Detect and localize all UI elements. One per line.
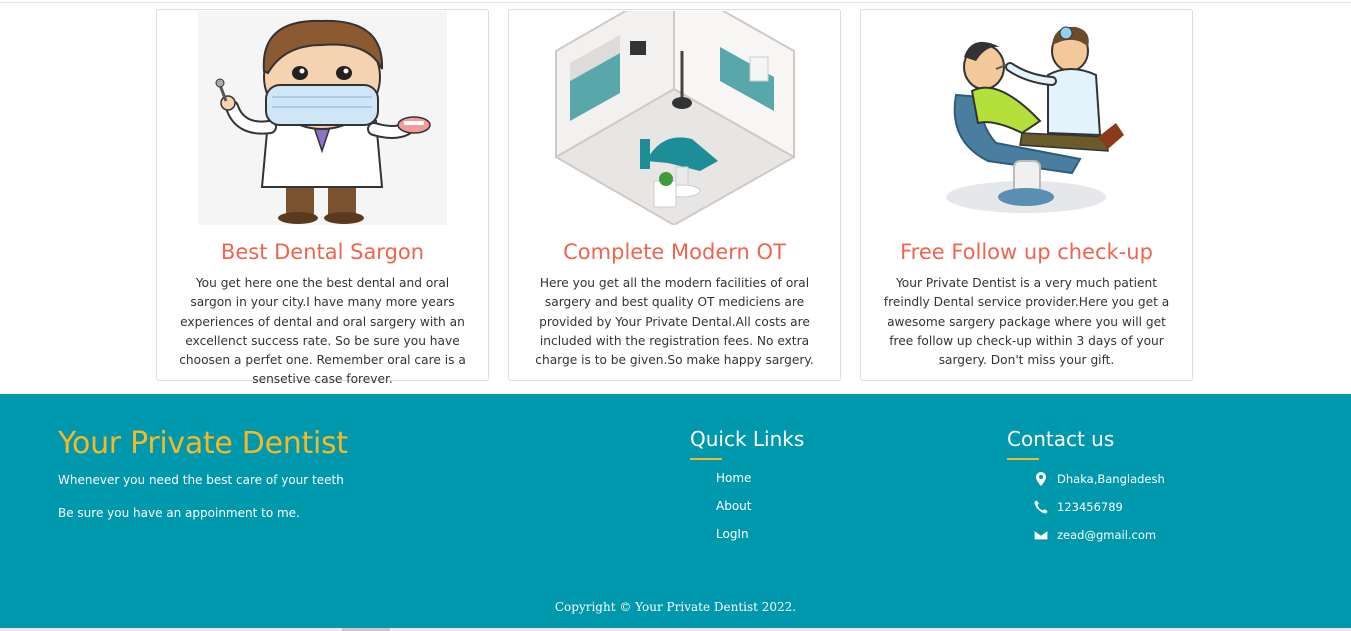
phone-icon bbox=[1034, 500, 1048, 514]
contact-address: Dhaka,Bangladesh bbox=[1033, 470, 1165, 488]
service-title: Free Follow up check-up bbox=[900, 240, 1153, 264]
service-title: Best Dental Sargon bbox=[220, 240, 425, 264]
envelope-icon bbox=[1033, 529, 1049, 541]
service-card-modern-ot: Complete Modern OT Here you get all the … bbox=[508, 9, 841, 381]
contact-phone-text: 123456789 bbox=[1057, 500, 1123, 514]
contact-title: Contact us bbox=[1007, 427, 1115, 451]
footer-tagline: Whenever you need the best care of your … bbox=[58, 473, 344, 487]
service-card-follow-up: Free Follow up check-up Your Private Den… bbox=[860, 9, 1193, 381]
service-description: Your Private Dentist is a very much pati… bbox=[883, 276, 1170, 368]
service-description: You get here one the best dental and ora… bbox=[179, 276, 466, 387]
quick-links-title: Quick Links bbox=[690, 427, 805, 451]
copyright-label: Copyright © Your Private Dentist 2022. bbox=[554, 600, 797, 614]
copyright-text: Copyright © Your Private Dentist 2022. bbox=[0, 600, 1351, 614]
services-section: Best Dental Sargon You get here one the … bbox=[0, 0, 1351, 394]
footer-tagline-secondary: Be sure you have an appoinment to me. bbox=[58, 506, 300, 520]
contact-phone: 123456789 bbox=[1033, 498, 1123, 516]
footer-brand: Your Private Dentist bbox=[58, 426, 348, 461]
dentist-cartoon-icon bbox=[198, 11, 447, 225]
service-title: Complete Modern OT bbox=[563, 240, 786, 264]
contact-email-text: zead@gmail.com bbox=[1057, 528, 1157, 542]
dental-room-icon bbox=[553, 11, 797, 225]
footer-link-home[interactable]: Home bbox=[716, 471, 751, 485]
dental-checkup-icon bbox=[946, 26, 1124, 213]
contact-address-text: Dhaka,Bangladesh bbox=[1057, 472, 1165, 486]
site-footer: Your Private Dentist Whenever you need t… bbox=[0, 394, 1351, 631]
service-card-dental-sargon: Best Dental Sargon You get here one the … bbox=[156, 9, 489, 386]
footer-link-about[interactable]: About bbox=[716, 499, 751, 513]
contact-underline bbox=[1007, 458, 1039, 460]
quick-links-underline bbox=[690, 458, 722, 460]
footer-link-login[interactable]: LogIn bbox=[716, 527, 749, 541]
location-pin-icon bbox=[1036, 472, 1046, 486]
contact-email: zead@gmail.com bbox=[1033, 526, 1156, 544]
service-description: Here you get all the modern facilities o… bbox=[535, 276, 814, 368]
